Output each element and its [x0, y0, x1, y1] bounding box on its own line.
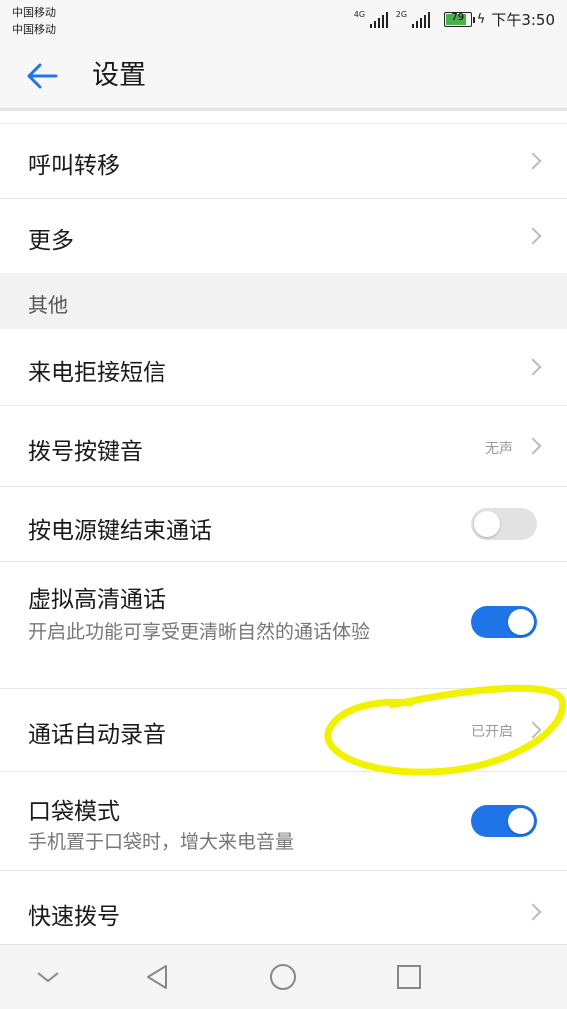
row-value: 无声	[485, 441, 513, 457]
row-label: 按电源键结束通话	[28, 518, 212, 544]
chevron-right-icon	[524, 721, 542, 739]
row-call-forwarding[interactable]: 呼叫转移	[0, 124, 567, 199]
chevron-right-icon	[524, 358, 542, 376]
battery-level: 79	[451, 12, 465, 23]
chevron-right-icon	[524, 152, 542, 170]
toggle-switch[interactable]	[471, 606, 537, 638]
network-4g-label: 4G	[353, 9, 366, 19]
row-label: 快速拨号	[28, 904, 120, 930]
row-label: 来电拒接短信	[28, 360, 166, 386]
row-power-key-end-call[interactable]: 按电源键结束通话	[0, 487, 567, 562]
row-label: 呼叫转移	[28, 153, 120, 179]
row-label: 通话自动录音	[28, 722, 166, 748]
signal-4g-icon: 4G	[354, 10, 388, 28]
section-header-other: 其他	[0, 273, 567, 329]
row-speed-dial[interactable]: 快速拨号	[0, 871, 567, 953]
status-bar: 中国移动 中国移动 4G 2G 79 ϟ 下午3:50	[0, 0, 567, 44]
toggle-switch[interactable]	[471, 805, 537, 837]
carrier-2: 中国移动	[12, 23, 56, 36]
row-label: 口袋模式	[28, 799, 120, 825]
row-more[interactable]: 更多	[0, 199, 567, 273]
row-hd-voice[interactable]: 虚拟高清通话 开启此功能可享受更清晰自然的通话体验	[0, 562, 567, 689]
battery-icon: 79 ϟ	[443, 12, 486, 27]
arrow-left-icon[interactable]	[24, 58, 64, 94]
charging-icon: ϟ	[476, 12, 486, 27]
row-dial-keytone[interactable]: 拨号按键音 无声	[0, 406, 567, 487]
chevron-right-icon	[524, 437, 542, 455]
row-label: 虚拟高清通话	[28, 587, 166, 613]
status-icons: 4G 2G 79 ϟ 下午3:50	[354, 9, 555, 30]
settings-card-top: 呼叫转移 更多	[0, 111, 567, 273]
row-subtitle: 开启此功能可享受更清晰自然的通话体验	[28, 621, 371, 643]
list-top-spacer	[0, 111, 567, 124]
carrier-labels: 中国移动 中国移动	[12, 4, 56, 38]
home-circle-icon[interactable]	[267, 961, 299, 993]
row-reject-sms[interactable]: 来电拒接短信	[0, 329, 567, 406]
row-label: 更多	[28, 228, 74, 254]
settings-card-other: 来电拒接短信 拨号按键音 无声 按电源键结束通话 虚拟高清通话 开启此功能可享受…	[0, 329, 567, 953]
chevron-right-icon	[524, 227, 542, 245]
carrier-1: 中国移动	[12, 6, 56, 19]
page-title: 设置	[92, 60, 146, 91]
row-subtitle: 手机置于口袋时，增大来电音量	[28, 831, 295, 853]
recents-square-icon[interactable]	[393, 961, 425, 993]
system-nav-bar	[0, 944, 567, 1009]
chevron-right-icon	[524, 903, 542, 921]
row-label: 拨号按键音	[28, 439, 143, 465]
row-auto-record[interactable]: 通话自动录音 已开启	[0, 689, 567, 772]
network-2g-label: 2G	[395, 9, 408, 19]
back-triangle-icon[interactable]	[142, 961, 174, 993]
chevron-down-icon[interactable]	[32, 961, 64, 993]
clock: 下午3:50	[491, 11, 555, 29]
app-bar: 设置	[0, 44, 567, 108]
section-title: 其他	[28, 293, 68, 317]
settings-list: 呼叫转移 更多 其他 来电拒接短信 拨号按键音 无声 按电源键结束通话 虚拟高清…	[0, 111, 567, 953]
row-pocket-mode[interactable]: 口袋模式 手机置于口袋时，增大来电音量	[0, 772, 567, 871]
signal-2g-icon: 2G	[396, 10, 430, 28]
toggle-switch[interactable]	[471, 508, 537, 540]
row-value: 已开启	[471, 724, 513, 740]
